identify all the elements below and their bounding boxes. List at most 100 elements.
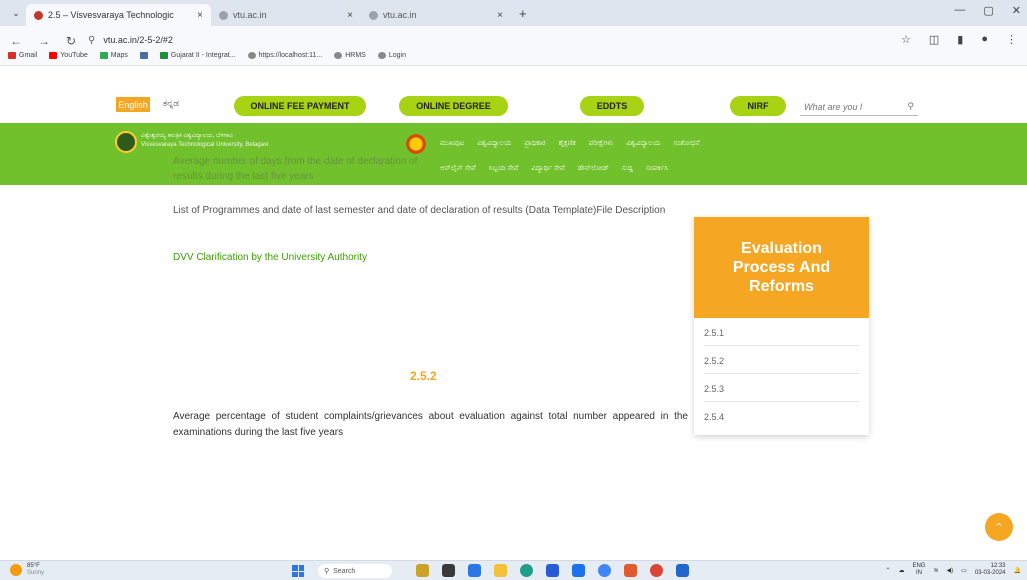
bookmark-label: YouTube <box>60 52 88 59</box>
bookmark-gujarat[interactable]: Gujarat II - Integrat... <box>159 52 236 59</box>
browser-tab[interactable]: vtu.ac.in × <box>211 4 361 26</box>
store-icon[interactable] <box>546 564 559 577</box>
globe-icon <box>369 10 378 20</box>
nav-item[interactable]: ವಿಶ್ವವಿದ್ಯಾಲಯ <box>626 140 660 148</box>
minimize-icon[interactable]: — <box>954 4 965 17</box>
cloud-icon[interactable]: ☁ <box>898 567 904 574</box>
app-icon[interactable] <box>598 564 611 577</box>
taskbar-search-box[interactable]: ⚲ Search <box>318 564 392 578</box>
nirf-button[interactable]: NIRF <box>730 96 786 116</box>
vtu-logo[interactable] <box>115 131 137 153</box>
site-search-input[interactable]: What are you l ⚲ <box>800 98 918 116</box>
vtu-favicon-icon <box>34 10 43 20</box>
bookmark-maps[interactable]: Maps <box>99 52 128 59</box>
language-indicator[interactable]: ENG IN <box>912 563 925 577</box>
notification-bell-icon[interactable]: 🔔 <box>1014 567 1021 574</box>
sidebar-item-2-5-4[interactable]: 2.5.4 <box>704 402 859 430</box>
battery-icon[interactable]: ▭ <box>961 567 967 574</box>
forward-icon[interactable]: → <box>38 34 50 48</box>
nav-item[interactable]: ಶೈಕ್ಷಣಿಕ <box>559 140 576 148</box>
system-tray: ⌃ ☁ ENG IN ≋ ◀) ▭ 12:33 03-03-2024 🔔 <box>885 563 1021 577</box>
new-tab-icon[interactable]: + <box>511 6 535 21</box>
sheet-icon <box>159 52 168 59</box>
app-icon[interactable] <box>624 564 637 577</box>
clock-time: 12:33 <box>990 563 1006 569</box>
outlook-icon[interactable] <box>572 564 585 577</box>
sidebar-title: Evaluation Process And Reforms <box>694 217 869 318</box>
window-controls: — ▢ ✕ <box>954 4 1021 17</box>
back-icon[interactable]: ← <box>10 34 22 48</box>
chevron-up-icon[interactable]: ⌃ <box>885 567 890 574</box>
lang-kannada-button[interactable]: ಕನ್ನಡ <box>163 98 179 109</box>
bookmark-hrms[interactable]: HRMS <box>334 52 366 59</box>
file-explorer-icon[interactable] <box>494 564 507 577</box>
extensions-icon[interactable]: ◫ <box>929 33 939 46</box>
close-tab-icon[interactable]: × <box>497 10 503 21</box>
close-tab-icon[interactable]: × <box>197 10 203 21</box>
sidebar-item-2-5-3[interactable]: 2.5.3 <box>704 374 859 402</box>
url-text: vtu.ac.in/2-5-2/#2 <box>103 35 173 45</box>
sidebar-item-2-5-1[interactable]: 2.5.1 <box>704 318 859 346</box>
browser-tab-active[interactable]: 2.5 – Visvesvaraya Technologic × <box>26 4 211 26</box>
profile-icon[interactable]: ● <box>981 33 988 46</box>
browser-tab-bar: ⌄ 2.5 – Visvesvaraya Technologic × vtu.a… <box>0 0 1027 26</box>
task-view-icon[interactable] <box>442 564 455 577</box>
nav-item[interactable]: ಪರೀಕ್ಷೆಗಳು <box>589 140 614 148</box>
bookmark-localhost[interactable]: https://localhost:11... <box>247 52 322 59</box>
nav-item[interactable]: ವಿಶ್ವವಿದ್ಯಾಲಯ <box>477 140 511 148</box>
main-navigation: ವಿಶ್ವೇಶ್ವರಯ್ಯ ತಾಂತ್ರಿಕ ವಿಶ್ವವಿದ್ಯಾಲಯ, ಬೆ… <box>0 123 1027 185</box>
menu-icon[interactable]: ⋮ <box>1006 33 1017 46</box>
sidebar-item-2-5-2[interactable]: 2.5.2 <box>704 346 859 374</box>
widget-app-icon[interactable] <box>416 564 429 577</box>
bookmark-login[interactable]: Login <box>377 52 406 59</box>
edge-icon[interactable] <box>520 564 533 577</box>
nav-item[interactable]: ಸಂಪರ್ಕಿಸಿ <box>646 165 668 173</box>
bookmarks-bar: Gmail YouTube Maps Gujarat II - Integrat… <box>8 52 406 59</box>
tab-title: vtu.ac.in <box>233 10 267 20</box>
tab-search-icon[interactable]: ⌄ <box>6 2 26 24</box>
nav-item[interactable]: ವಿದ್ಯಾರ್ಥಿ ಸೇವೆ <box>531 165 564 173</box>
chevron-up-icon: ⌃ <box>994 521 1004 534</box>
bookmark-flag[interactable] <box>139 52 148 59</box>
nav-item[interactable]: ಮುಖಪುಟ <box>440 140 464 148</box>
site-info-icon[interactable]: ⚲ <box>88 35 95 46</box>
nav-item[interactable]: ಆನ್‌ಲೈನ್ ಸೇವೆ <box>440 165 476 173</box>
bookmark-youtube[interactable]: YouTube <box>49 52 88 59</box>
bookmark-gmail[interactable]: Gmail <box>8 52 37 59</box>
online-fee-payment-button[interactable]: ONLINE FEE PAYMENT <box>234 96 366 116</box>
windows-start-icon[interactable] <box>292 565 304 577</box>
online-degree-button[interactable]: ONLINE DEGREE <box>399 96 508 116</box>
sidebar-icon[interactable]: ▮ <box>957 33 963 46</box>
file-description-text: List of Programmes and date of last seme… <box>173 205 666 216</box>
search-icon: ⚲ <box>324 568 330 575</box>
browser-tab[interactable]: vtu.ac.in × <box>361 4 511 26</box>
globe-icon <box>377 52 386 59</box>
reload-icon[interactable]: ↻ <box>66 34 76 48</box>
bookmark-label: Gmail <box>19 52 38 59</box>
nav-item[interactable]: ಡೌನ್‌ಲೋಡ್ <box>578 165 609 173</box>
volume-icon[interactable]: ◀) <box>947 567 954 574</box>
lang-english-button[interactable]: English <box>116 97 150 112</box>
browser-toolbar-icons: ☆ ◫ ▮ ● ⋮ <box>901 33 1017 46</box>
clock[interactable]: 12:33 03-03-2024 <box>975 563 1006 577</box>
nav-item[interactable]: ಸುದ್ದಿ <box>622 165 633 173</box>
chrome-icon[interactable] <box>650 564 663 577</box>
star-icon[interactable]: ☆ <box>901 33 911 46</box>
nav-item[interactable]: ಸಿಬ್ಬಂದಿ ಸೇವೆ <box>489 165 519 173</box>
search-icon[interactable]: ⚲ <box>907 101 914 112</box>
app-icon[interactable] <box>676 564 689 577</box>
wifi-icon[interactable]: ≋ <box>933 567 938 574</box>
lang-bottom: IN <box>915 570 922 576</box>
chat-icon[interactable] <box>468 564 481 577</box>
scroll-to-top-button[interactable]: ⌃ <box>985 513 1013 541</box>
weather-widget[interactable]: 85°F Sunny <box>10 563 44 577</box>
eddts-button[interactable]: EDDTS <box>580 96 644 116</box>
url-field[interactable]: ⚲ vtu.ac.in/2-5-2/#2 <box>88 33 888 47</box>
close-tab-icon[interactable]: × <box>347 10 353 21</box>
nav-item[interactable]: ಸಂಶೋಧನೆ <box>673 140 699 148</box>
close-window-icon[interactable]: ✕ <box>1012 4 1021 17</box>
maximize-icon[interactable]: ▢ <box>983 4 993 17</box>
dvv-clarification-link[interactable]: DVV Clarification by the University Auth… <box>173 252 367 263</box>
nav-item[interactable]: ಪ್ರಾಧಿಕಾರ <box>524 140 545 148</box>
globe-icon <box>247 52 256 59</box>
